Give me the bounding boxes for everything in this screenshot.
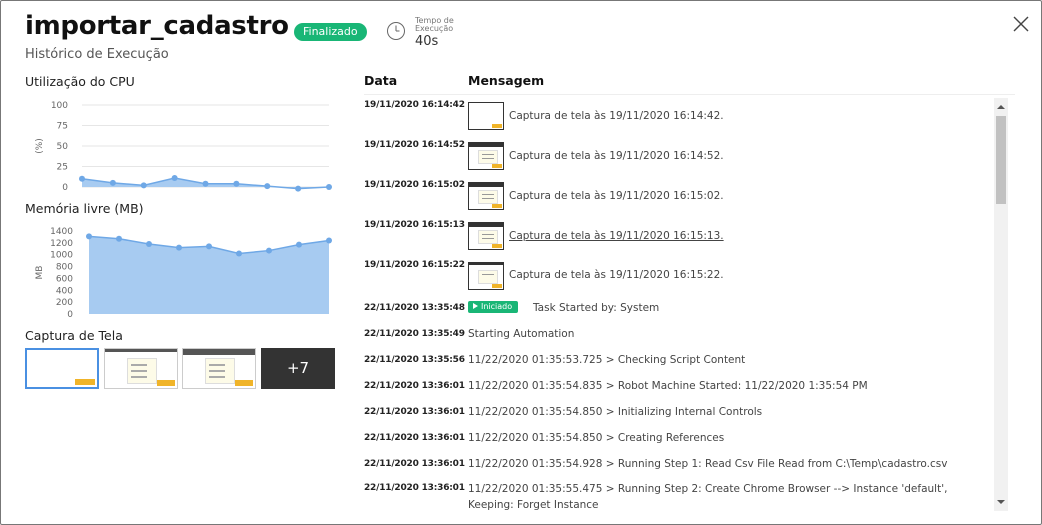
screenshot-thumbnail[interactable] — [182, 348, 256, 389]
data-point — [266, 247, 272, 254]
play-icon — [473, 303, 478, 309]
memory-chart-title: Memória livre (MB) — [25, 201, 144, 216]
row-date: 22/11/2020 13:36:01 — [364, 459, 465, 469]
y-tick-label: 1000 — [50, 251, 73, 261]
execution-time-value: 40s — [415, 34, 439, 49]
row-message[interactable]: Captura de tela às 19/11/2020 16:14:42. — [509, 110, 724, 122]
y-tick-label: 400 — [56, 286, 73, 296]
page-subtitle: Histórico de Execução — [25, 47, 169, 62]
row-date: 22/11/2020 13:36:01 — [364, 433, 465, 443]
more-screenshots-button[interactable]: +7 — [261, 348, 335, 389]
row-screenshot-thumbnail[interactable] — [468, 142, 504, 170]
row-message: 11/22/2020 01:35:54.928 > Running Step 1… — [468, 458, 948, 470]
row-date: 22/11/2020 13:35:56 — [364, 355, 465, 365]
row-screenshot-thumbnail[interactable] — [468, 102, 504, 130]
data-point — [202, 180, 209, 187]
data-point — [295, 185, 302, 192]
data-point — [86, 233, 92, 240]
row-date: 19/11/2020 16:14:52 — [364, 140, 465, 150]
data-point — [236, 250, 242, 257]
cpu-chart-title: Utilização do CPU — [25, 74, 135, 89]
page-title: importar_cadastro — [25, 11, 289, 41]
row-date: 22/11/2020 13:36:01 — [364, 407, 465, 417]
y-axis-label: MB — [35, 266, 45, 280]
data-point — [233, 180, 240, 187]
data-point — [140, 182, 147, 189]
row-date: 19/11/2020 16:15:13 — [364, 220, 465, 230]
row-message: 11/22/2020 01:35:53.725 > Checking Scrip… — [468, 354, 746, 366]
row-message[interactable]: Captura de tela às 19/11/2020 16:14:52. — [509, 150, 724, 162]
y-tick-label: 0 — [67, 310, 73, 320]
screenshots-title: Captura de Tela — [25, 328, 123, 343]
row-screenshot-thumbnail[interactable] — [468, 222, 504, 250]
row-date: 22/11/2020 13:36:01 — [364, 381, 465, 391]
row-screenshot-thumbnail[interactable] — [468, 262, 504, 290]
row-date: 22/11/2020 13:35:49 — [364, 329, 465, 339]
scrollbar-thumb[interactable] — [996, 116, 1006, 204]
y-tick-label: 1200 — [50, 239, 73, 249]
log-scrollbar[interactable] — [994, 98, 1008, 511]
row-message: 11/22/2020 01:35:54.850 > Creating Refer… — [468, 432, 725, 444]
column-header-message: Mensagem — [468, 73, 545, 88]
scroll-up-icon[interactable] — [994, 100, 1008, 114]
row-date: 22/11/2020 13:35:48 — [364, 303, 465, 313]
y-tick-label: 25 — [57, 163, 68, 173]
data-point — [176, 244, 182, 251]
column-header-date: Data — [364, 73, 398, 88]
header-divider — [364, 94, 1015, 95]
row-screenshot-thumbnail[interactable] — [468, 182, 504, 210]
screenshot-thumbnail[interactable] — [104, 348, 178, 389]
row-message: 11/22/2020 01:35:54.850 > Initializing I… — [468, 406, 763, 418]
y-tick-label: 1400 — [50, 227, 73, 237]
y-tick-label: 800 — [56, 263, 73, 273]
row-date: 22/11/2020 13:36:01 — [364, 483, 465, 493]
data-point — [264, 183, 271, 190]
data-point — [171, 174, 178, 181]
row-message[interactable]: Captura de tela às 19/11/2020 16:15:13. — [509, 230, 724, 242]
row-message[interactable]: Captura de tela às 19/11/2020 16:15:22. — [509, 269, 724, 281]
y-tick-label: 75 — [57, 122, 68, 132]
data-point — [296, 241, 302, 248]
y-tick-label: 200 — [56, 298, 73, 308]
row-message: 11/22/2020 01:35:54.835 > Robot Machine … — [468, 380, 868, 392]
row-date: 19/11/2020 16:15:22 — [364, 260, 465, 270]
status-badge: Finalizado — [294, 23, 367, 41]
y-tick-label: 100 — [51, 101, 68, 111]
execution-history-dialog: importar_cadastro Finalizado Tempo de Ex… — [0, 0, 1042, 525]
screenshot-thumbnail[interactable] — [25, 348, 99, 389]
screenshot-strip: +7 — [25, 348, 337, 389]
scroll-down-icon[interactable] — [994, 495, 1008, 509]
row-date: 19/11/2020 16:14:42 — [364, 100, 465, 110]
cpu-chart: 100 75 50 25 0 (%) — [35, 101, 332, 193]
y-tick-label: 600 — [56, 274, 73, 284]
data-point — [116, 235, 122, 242]
data-point — [326, 184, 332, 190]
close-icon[interactable] — [1011, 14, 1031, 34]
row-date: 19/11/2020 16:15:02 — [364, 180, 465, 190]
execution-time-label: Tempo de Execução — [415, 16, 454, 33]
row-message: Task Started by: System — [533, 302, 660, 314]
y-axis-label: (%) — [35, 138, 45, 154]
row-message: Starting Automation — [468, 328, 575, 340]
data-point — [146, 241, 152, 248]
y-tick-label: 50 — [57, 142, 69, 152]
started-badge: Iniciado — [468, 301, 519, 313]
clock-icon — [387, 22, 405, 40]
data-point — [326, 237, 332, 244]
data-point — [206, 243, 212, 250]
memory-chart: 1400 1200 1000 800600 400 200 0 MB — [35, 227, 332, 320]
row-message[interactable]: Captura de tela às 19/11/2020 16:15:02. — [509, 190, 724, 202]
data-point — [109, 179, 116, 186]
y-tick-label: 0 — [62, 183, 68, 193]
row-message: 11/22/2020 01:35:55.475 > Running Step 2… — [468, 483, 948, 511]
data-point — [79, 175, 85, 182]
